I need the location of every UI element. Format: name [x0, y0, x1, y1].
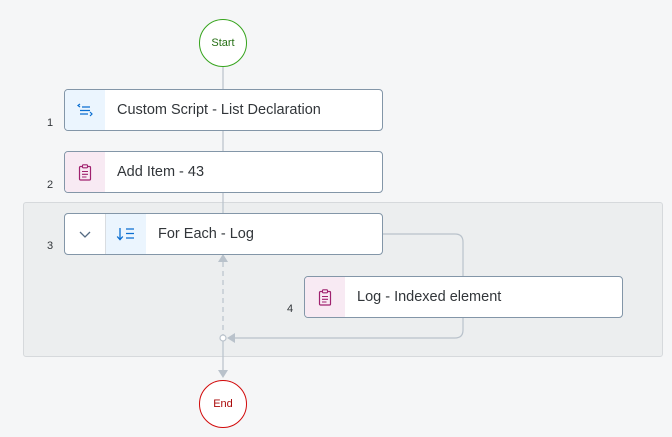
clipboard-icon: [305, 277, 345, 317]
script-icon: [65, 90, 105, 130]
loop-arrow-head: [218, 254, 228, 262]
end-label: End: [213, 398, 233, 410]
start-node[interactable]: Start: [199, 19, 247, 67]
connector-step3-to-step4: [382, 233, 464, 277]
step-number-3: 3: [47, 240, 54, 252]
step-custom-script[interactable]: Custom Script - List Declaration: [64, 89, 383, 131]
loop-junction-dot: [219, 334, 227, 342]
connector-step4-return: [235, 318, 464, 339]
step-label: Log - Indexed element: [357, 289, 502, 305]
step-number-1: 1: [47, 117, 54, 129]
step-log-indexed[interactable]: Log - Indexed element: [304, 276, 623, 318]
step-label: Add Item - 43: [117, 164, 205, 180]
start-label: Start: [211, 37, 235, 49]
loop-icon: [106, 214, 146, 254]
step-number-2: 2: [47, 179, 54, 191]
return-arrow-head: [227, 333, 235, 343]
end-node[interactable]: End: [199, 380, 247, 428]
end-arrow-head: [218, 370, 228, 378]
step-for-each[interactable]: For Each - Log: [64, 213, 383, 255]
clipboard-icon: [65, 152, 105, 192]
step-add-item[interactable]: Add Item - 43: [64, 151, 383, 193]
flow-canvas: Start 1 Custom Script - List Declaration…: [0, 0, 672, 437]
collapse-chevron-icon[interactable]: [65, 214, 106, 254]
step-number-4: 4: [287, 303, 294, 315]
step-label: Custom Script - List Declaration: [117, 102, 321, 118]
step-label: For Each - Log: [158, 226, 254, 242]
